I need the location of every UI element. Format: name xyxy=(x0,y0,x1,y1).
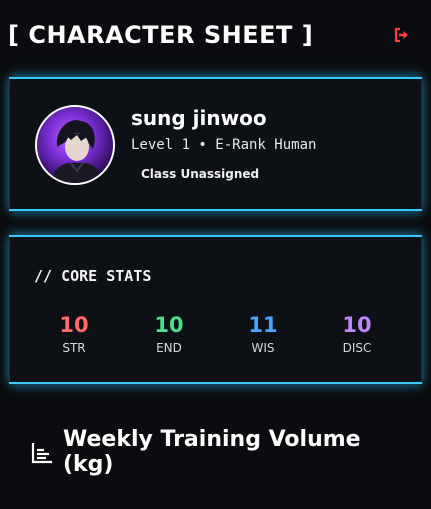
core-stats-title: // CORE STATS xyxy=(34,267,152,285)
level-rank: Level 1 • E-Rank Human xyxy=(131,137,317,153)
stat-label: DISC xyxy=(342,341,372,355)
stat-label: WIS xyxy=(251,341,275,355)
stat-value: 10 xyxy=(59,313,89,337)
username: sung jinwoo xyxy=(131,106,267,130)
stat-end: 10 END xyxy=(134,313,204,355)
logout-icon[interactable] xyxy=(393,26,411,44)
header: [ CHARACTER SHEET ] xyxy=(8,20,421,50)
avatar-portrait xyxy=(37,107,113,183)
training-title: Weekly Training Volume (kg) xyxy=(63,427,361,477)
bar-chart-icon xyxy=(31,443,52,464)
stat-str: 10 STR xyxy=(39,313,109,355)
app-title: [ CHARACTER SHEET ] xyxy=(8,21,314,49)
core-stats-card: // CORE STATS 10 STR 10 END 11 WIS 10 DI… xyxy=(9,235,422,384)
stat-label: STR xyxy=(62,341,86,355)
avatar[interactable] xyxy=(35,105,115,185)
stat-label: END xyxy=(156,341,182,355)
stat-value: 10 xyxy=(154,313,184,337)
stat-value: 10 xyxy=(342,313,372,337)
profile-card: sung jinwoo Level 1 • E-Rank Human Class… xyxy=(9,77,422,211)
stat-disc: 10 DISC xyxy=(322,313,392,355)
class-badge: Class Unassigned xyxy=(141,167,260,181)
stat-value: 11 xyxy=(248,313,278,337)
stat-wis: 11 WIS xyxy=(228,313,298,355)
